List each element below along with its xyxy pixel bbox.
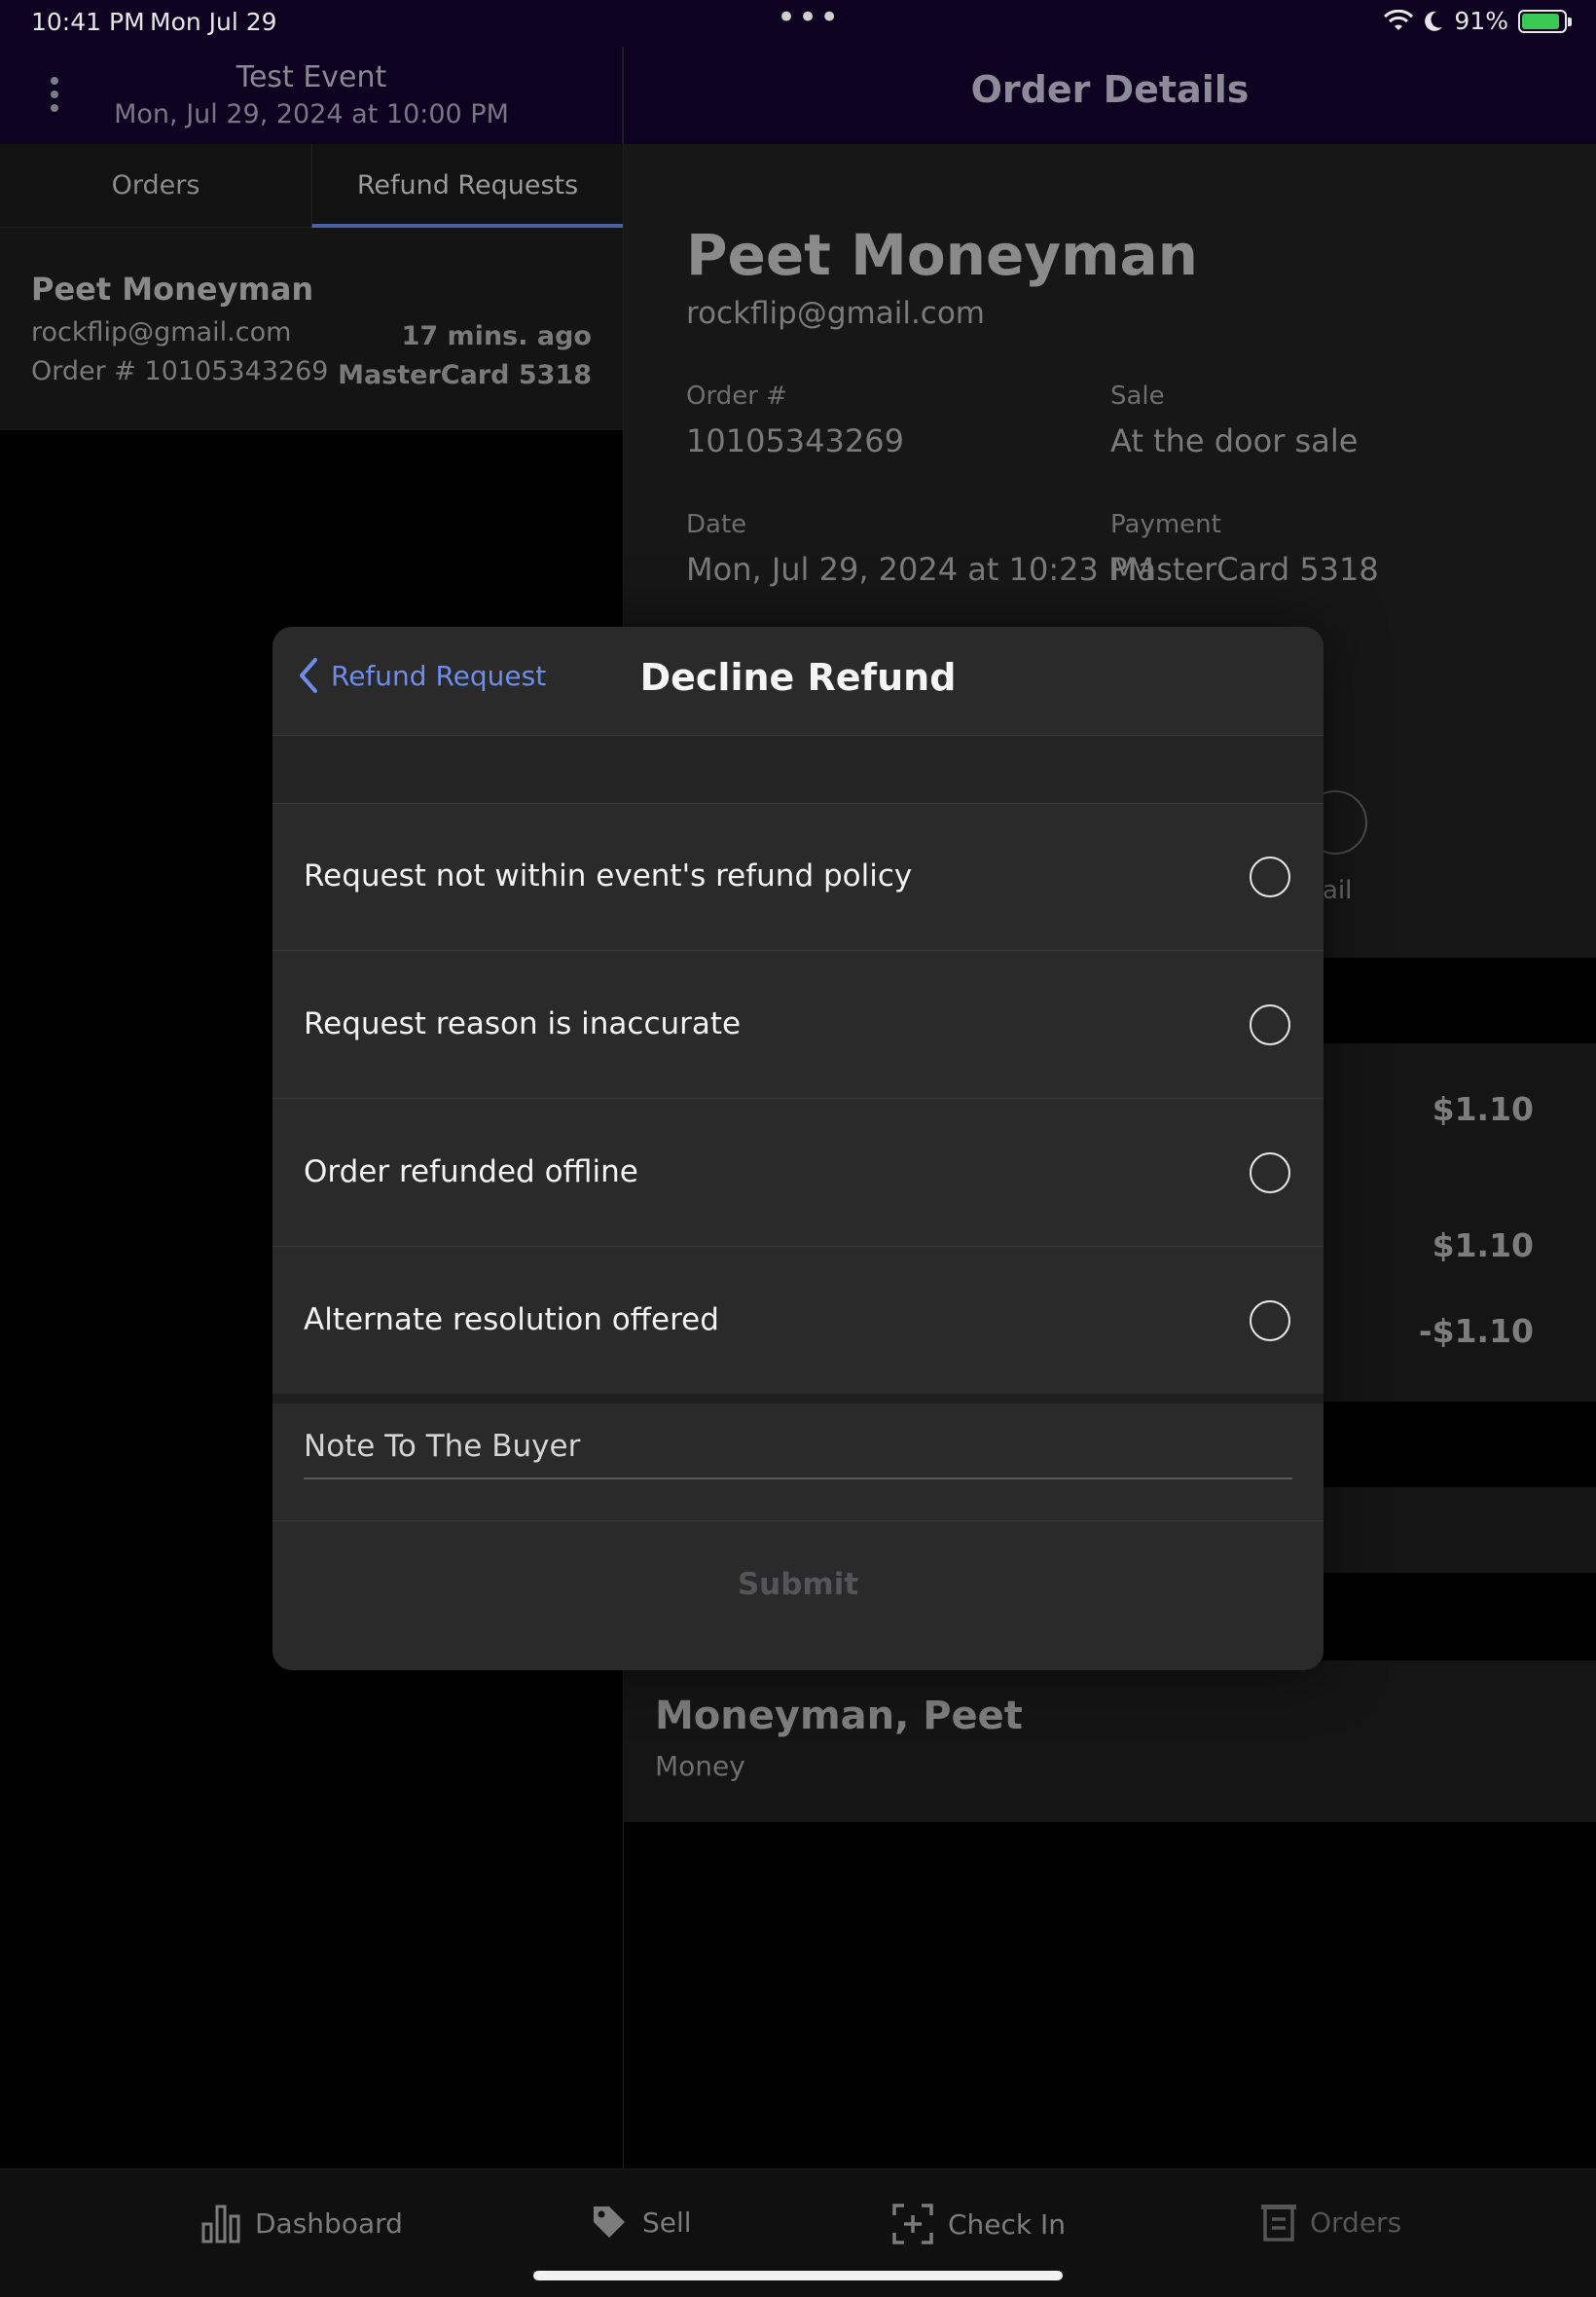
order-details-header: Order Details bbox=[624, 47, 1596, 144]
payment-label: Payment bbox=[1110, 510, 1221, 539]
battery-fill bbox=[1522, 13, 1560, 29]
status-date: Mon Jul 29 bbox=[150, 8, 277, 36]
line-item-price: $1.10 bbox=[1432, 1090, 1534, 1128]
orders-icon bbox=[1261, 2205, 1296, 2242]
requester-order-number: Order # 10105343269 bbox=[31, 356, 329, 386]
nav-dashboard[interactable]: Dashboard bbox=[200, 2203, 403, 2243]
modal-header: Refund Request Decline Refund bbox=[272, 627, 1324, 736]
reason-option-label: Alternate resolution offered bbox=[304, 1302, 719, 1337]
sale-label: Sale bbox=[1110, 382, 1165, 411]
note-to-buyer-field[interactable]: Note To The Buyer bbox=[304, 1404, 1292, 1479]
moon-icon bbox=[1425, 11, 1443, 31]
status-bar: 10:41 PM Mon Jul 29 ••• 91% bbox=[0, 0, 1596, 47]
modal-title: Decline Refund bbox=[639, 656, 957, 699]
nav-check-in[interactable]: Check In bbox=[891, 2203, 1066, 2245]
reason-option-alternate[interactable]: Alternate resolution offered bbox=[272, 1248, 1324, 1395]
nav-orders-label: Orders bbox=[1310, 2206, 1402, 2239]
bar-chart-icon bbox=[201, 2205, 240, 2243]
radio-button[interactable] bbox=[1250, 1004, 1290, 1045]
reason-option-policy[interactable]: Request not within event's refund policy bbox=[272, 804, 1324, 951]
nav-sell-label: Sell bbox=[642, 2206, 692, 2239]
multitasking-dots-icon[interactable]: ••• bbox=[777, 0, 841, 37]
home-indicator[interactable] bbox=[533, 2271, 1063, 2280]
date-value: Mon, Jul 29, 2024 at 10:23 PM bbox=[686, 551, 1154, 588]
event-title: Test Event bbox=[236, 60, 387, 94]
radio-button[interactable] bbox=[1250, 1152, 1290, 1193]
order-number-value: 10105343269 bbox=[686, 422, 904, 459]
note-separator bbox=[272, 1394, 1324, 1404]
battery-icon bbox=[1518, 9, 1572, 33]
attendee-row[interactable]: Moneyman, Peet Money bbox=[624, 1660, 1596, 1822]
attendee-name: Moneyman, Peet bbox=[655, 1694, 1023, 1738]
reason-option-label: Request not within event's refund policy bbox=[304, 858, 913, 893]
radio-button[interactable] bbox=[1250, 857, 1290, 897]
nav-sell[interactable]: Sell bbox=[590, 2203, 692, 2242]
submit-button[interactable]: Submit bbox=[272, 1567, 1324, 1602]
requester-name: Peet Moneyman bbox=[31, 271, 314, 308]
buyer-email: rockflip@gmail.com bbox=[686, 296, 986, 331]
reason-option-label: Request reason is inaccurate bbox=[304, 1006, 742, 1041]
reason-option-label: Order refunded offline bbox=[304, 1154, 638, 1189]
note-placeholder: Note To The Buyer bbox=[304, 1429, 581, 1464]
email-action-label: ail bbox=[1323, 876, 1353, 905]
buyer-name: Peet Moneyman bbox=[686, 222, 1198, 288]
divider bbox=[272, 1520, 1324, 1521]
reason-option-inaccurate[interactable]: Request reason is inaccurate bbox=[272, 952, 1324, 1099]
request-time-ago: 17 mins. ago bbox=[401, 321, 592, 351]
nav-orders[interactable]: Orders bbox=[1261, 2203, 1401, 2242]
nav-dashboard-label: Dashboard bbox=[255, 2206, 403, 2240]
requester-email: rockflip@gmail.com bbox=[31, 317, 292, 347]
order-total: $1.10 bbox=[1432, 1226, 1534, 1264]
tab-refund-requests[interactable]: Refund Requests bbox=[311, 144, 623, 228]
order-number-label: Order # bbox=[686, 382, 787, 411]
nav-check-in-label: Check In bbox=[948, 2207, 1067, 2241]
attendee-ticket-type: Money bbox=[655, 1750, 745, 1782]
date-label: Date bbox=[686, 510, 747, 539]
tag-icon bbox=[594, 2206, 625, 2238]
scan-plus-icon bbox=[892, 2204, 933, 2244]
event-datetime: Mon, Jul 29, 2024 at 10:00 PM bbox=[114, 99, 509, 129]
event-header: Test Event Mon, Jul 29, 2024 at 10:00 PM bbox=[0, 47, 623, 144]
order-details-title: Order Details bbox=[970, 68, 1250, 111]
wifi-icon bbox=[1384, 9, 1414, 30]
reason-option-offline[interactable]: Order refunded offline bbox=[272, 1100, 1324, 1247]
refund-amount: -$1.10 bbox=[1418, 1312, 1534, 1350]
refund-request-list-item[interactable]: Peet Moneyman rockflip@gmail.com Order #… bbox=[0, 228, 623, 430]
modal-section-spacer bbox=[272, 736, 1324, 804]
status-time: 10:41 PM bbox=[31, 8, 145, 36]
battery-percent: 91% bbox=[1454, 7, 1508, 35]
sale-value: At the door sale bbox=[1110, 422, 1359, 459]
payment-value: MasterCard 5318 bbox=[1110, 551, 1379, 588]
tab-orders[interactable]: Orders bbox=[0, 144, 311, 228]
radio-button[interactable] bbox=[1250, 1300, 1290, 1341]
status-indicators: 91% bbox=[1384, 7, 1572, 35]
tab-bar: Orders Refund Requests bbox=[0, 144, 623, 228]
request-card: MasterCard 5318 bbox=[338, 360, 592, 390]
decline-refund-modal: Refund Request Decline Refund Request no… bbox=[272, 627, 1324, 1670]
